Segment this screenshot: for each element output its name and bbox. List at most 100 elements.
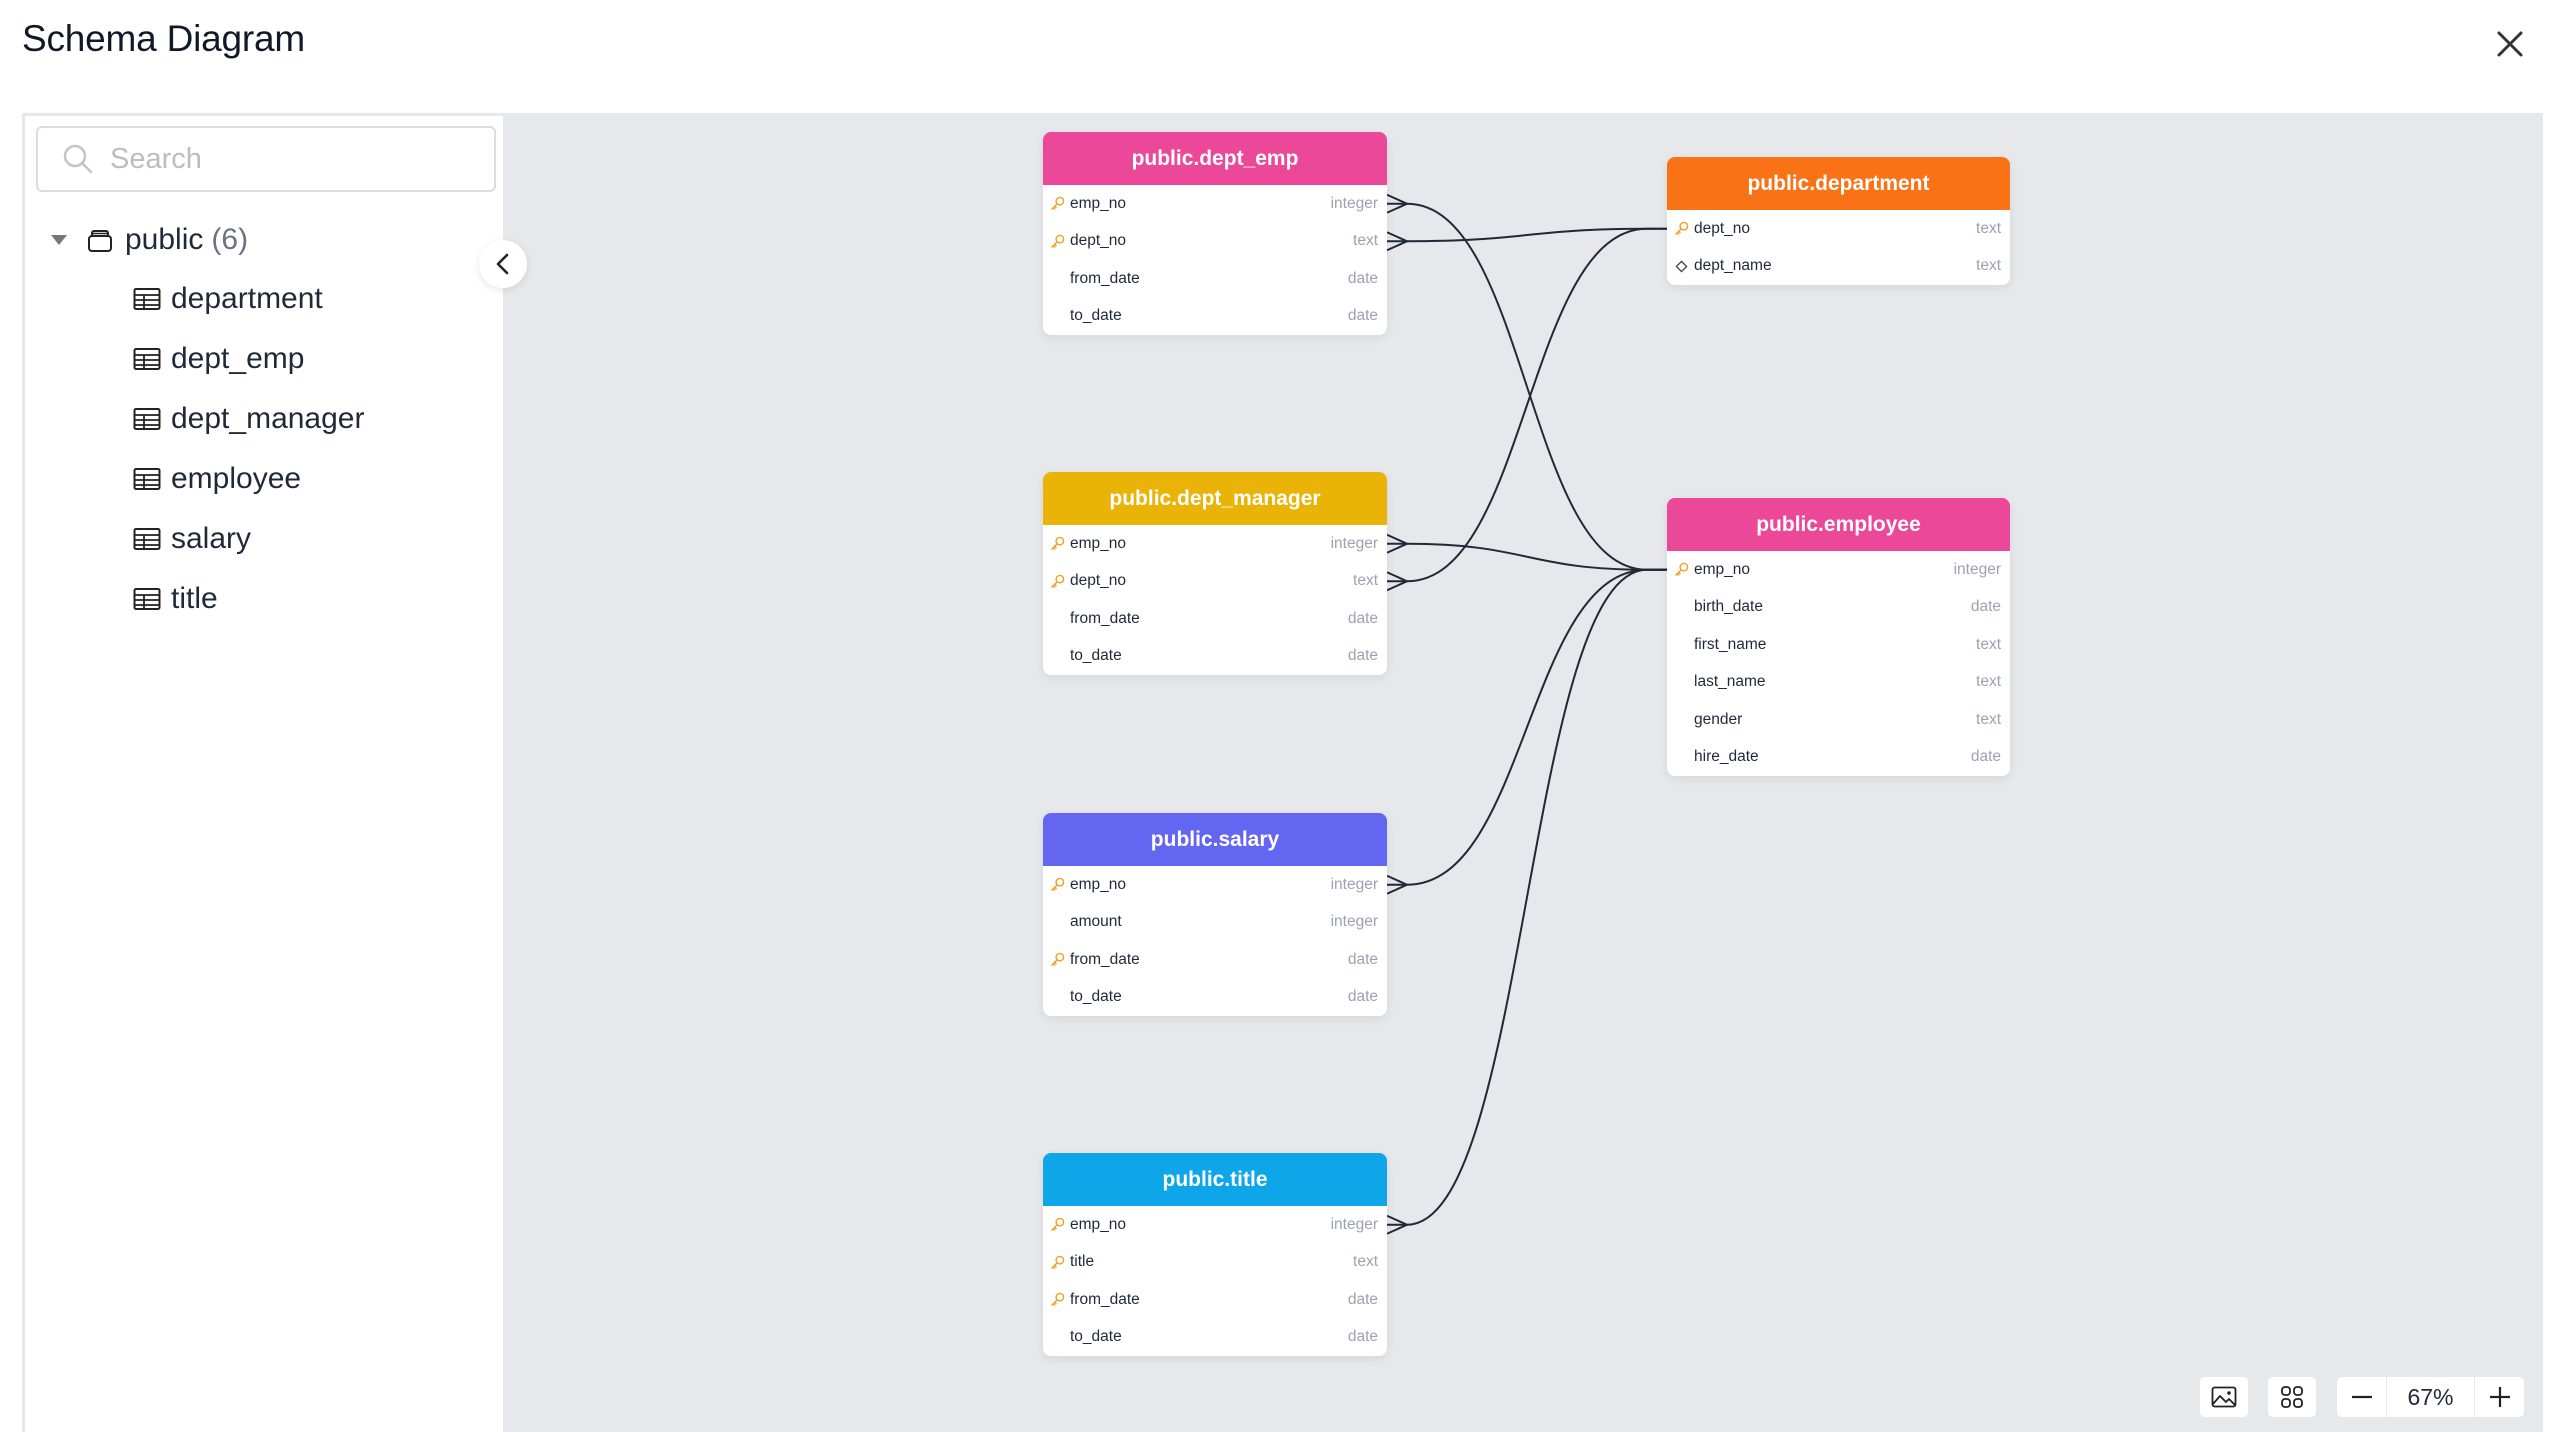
- tree-schema-public[interactable]: public (6): [25, 218, 485, 262]
- column-type: date: [1347, 1328, 1378, 1346]
- column-name: dept_no: [1070, 232, 1127, 250]
- table-icon: [133, 588, 161, 610]
- column-row: dept_no text: [1667, 210, 2010, 248]
- column-row: to_date date: [1043, 638, 1387, 676]
- column-row: from_date date: [1043, 600, 1387, 638]
- table-header: public.dept_emp: [1043, 132, 1387, 185]
- caret-down-icon[interactable]: [51, 235, 67, 245]
- column-row: to_date date: [1043, 1319, 1387, 1357]
- sidebar-item-dept-manager[interactable]: dept_manager: [25, 394, 485, 444]
- close-button[interactable]: [2488, 22, 2532, 66]
- column-name: title: [1070, 1253, 1095, 1271]
- export-image-button[interactable]: [2200, 1377, 2248, 1417]
- column-name: birth_date: [1694, 598, 1763, 616]
- column-row: to_date date: [1043, 979, 1387, 1017]
- column-type: date: [1970, 748, 2001, 766]
- table-node-title[interactable]: public.title emp_no integer title text from_d…: [1043, 1153, 1387, 1356]
- column-type: date: [1347, 950, 1378, 968]
- column-name: first_name: [1694, 635, 1767, 653]
- column-row: birth_date date: [1667, 589, 2010, 627]
- key-icon: [1051, 234, 1065, 248]
- sidebar-item-department[interactable]: department: [25, 274, 485, 324]
- table-node-dept-emp[interactable]: public.dept_emp emp_no integer dept_no text f…: [1043, 132, 1387, 335]
- column-type: text: [1353, 1253, 1378, 1271]
- plus-icon: [2489, 1387, 2510, 1407]
- column-row: emp_no integer: [1667, 551, 2010, 589]
- minus-icon: [2351, 1395, 2372, 1399]
- column-row: dept_no text: [1043, 223, 1387, 261]
- key-icon: [1675, 221, 1689, 236]
- key-icon: [1051, 1255, 1065, 1269]
- table-header: public.dept_manager: [1043, 472, 1387, 525]
- column-type: date: [1347, 647, 1378, 665]
- column-row: from_date date: [1043, 1281, 1387, 1319]
- column-type: date: [1347, 1290, 1378, 1308]
- column-row: to_date date: [1043, 298, 1387, 336]
- sidebar-item-dept-emp[interactable]: dept_emp: [25, 334, 485, 384]
- key-icon: [1051, 1217, 1065, 1232]
- column-type: integer: [1330, 534, 1378, 552]
- table-node-salary[interactable]: public.salary emp_no integer amount integer f…: [1043, 813, 1387, 1016]
- column-type: date: [1970, 598, 2001, 616]
- table-icon: [133, 348, 161, 370]
- sidebar-item-label: dept_emp: [171, 342, 305, 375]
- sidebar-item-salary[interactable]: salary: [25, 514, 485, 564]
- grid-icon: [2281, 1386, 2303, 1408]
- column-name: from_date: [1070, 1290, 1140, 1308]
- table-node-employee[interactable]: public.employee emp_no integer birth_date da…: [1667, 498, 2010, 776]
- column-name: dept_name: [1694, 257, 1772, 275]
- sidebar-item-title[interactable]: title: [25, 574, 485, 624]
- key-icon: [1051, 536, 1065, 551]
- column-name: emp_no: [1070, 1215, 1127, 1233]
- column-name: from_date: [1070, 609, 1140, 627]
- zoom-out-button[interactable]: [2337, 1377, 2386, 1417]
- column-name: to_date: [1070, 988, 1122, 1006]
- sidebar: public (6) department dept_emp dept_manage…: [22, 113, 503, 1432]
- search-input[interactable]: [110, 142, 490, 176]
- column-type: text: [1353, 232, 1378, 250]
- column-row: from_date date: [1043, 941, 1387, 979]
- image-icon: [2211, 1386, 2237, 1408]
- column-type: date: [1347, 307, 1378, 325]
- schema-diagram-dialog: Schema Diagram public (6) department dept…: [0, 0, 2550, 1432]
- zoom-in-button[interactable]: [2475, 1377, 2524, 1417]
- column-name: dept_no: [1694, 219, 1751, 237]
- column-name: last_name: [1694, 673, 1766, 691]
- column-row: dept_no text: [1043, 563, 1387, 601]
- column-row: last_name text: [1667, 664, 2010, 702]
- key-icon: [1051, 1292, 1065, 1307]
- key-icon: [1051, 574, 1065, 588]
- column-type: date: [1347, 609, 1378, 627]
- sidebar-item-employee[interactable]: employee: [25, 454, 485, 504]
- key-icon: [1051, 877, 1065, 892]
- column-row: title text: [1043, 1244, 1387, 1282]
- table-node-department[interactable]: public.department dept_no text dept_name tex…: [1667, 157, 2010, 285]
- table-icon: [133, 528, 161, 550]
- zoom-controls: 67%: [2337, 1377, 2524, 1417]
- search-icon: [63, 144, 93, 174]
- table-node-dept-manager[interactable]: public.dept_manager emp_no integer dept_no t…: [1043, 472, 1387, 675]
- column-name: to_date: [1070, 647, 1122, 665]
- zoom-level: 67%: [2386, 1377, 2475, 1417]
- column-row: dept_name text: [1667, 248, 2010, 286]
- column-type: text: [1976, 673, 2001, 691]
- column-type: integer: [1953, 560, 2001, 578]
- schema-icon: [88, 230, 112, 252]
- diamond-icon: [1675, 260, 1688, 273]
- collapse-sidebar-button[interactable]: [479, 240, 527, 288]
- search-field[interactable]: [36, 126, 496, 192]
- diagram-canvas[interactable]: [503, 113, 2543, 1432]
- column-type: text: [1976, 710, 2001, 728]
- table-header: public.employee: [1667, 498, 2010, 551]
- auto-layout-button[interactable]: [2268, 1377, 2316, 1417]
- column-type: date: [1347, 269, 1378, 287]
- column-type: text: [1353, 572, 1378, 590]
- column-type: integer: [1330, 194, 1378, 212]
- key-icon: [1051, 952, 1065, 967]
- column-row: hire_date date: [1667, 739, 2010, 777]
- column-type: integer: [1330, 913, 1378, 931]
- key-icon: [1675, 562, 1689, 577]
- column-row: emp_no integer: [1043, 185, 1387, 223]
- column-row: gender text: [1667, 701, 2010, 739]
- column-type: text: [1976, 635, 2001, 653]
